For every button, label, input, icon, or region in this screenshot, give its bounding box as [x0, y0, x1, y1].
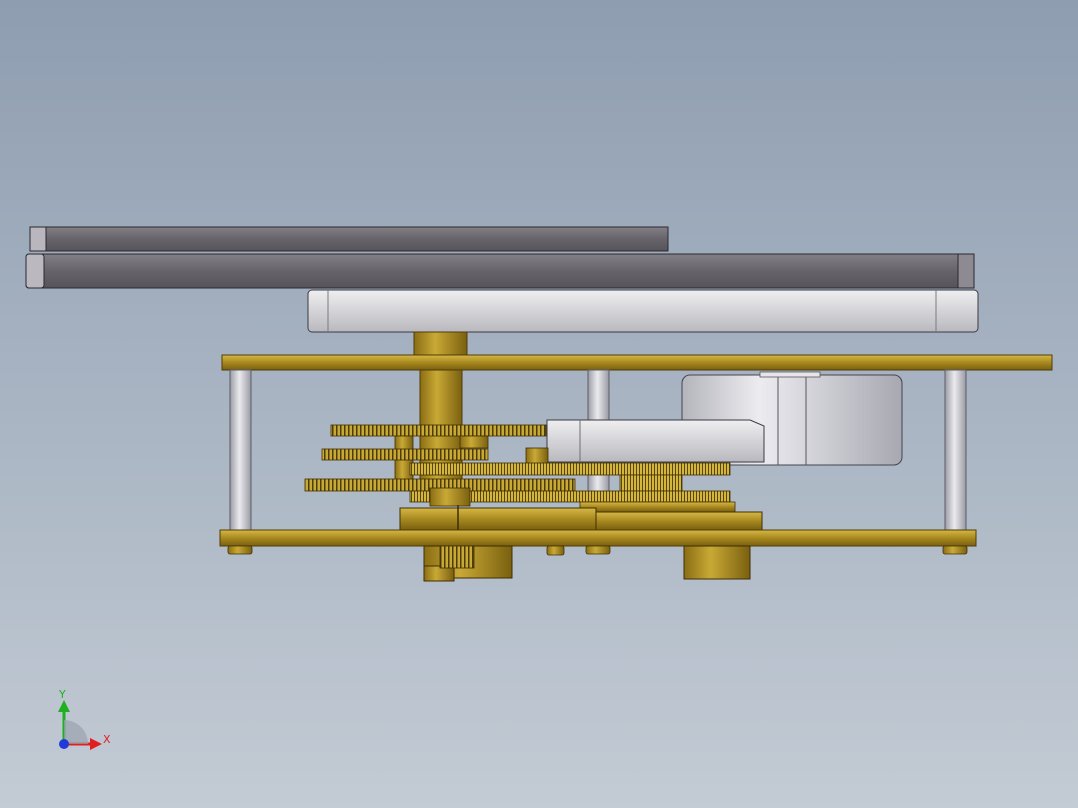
cad-viewport[interactable]: Y X	[0, 0, 1078, 808]
dial-plate-upper[interactable]	[29, 226, 669, 252]
model-canvas[interactable]	[0, 0, 1078, 808]
light-plate[interactable]	[307, 289, 979, 333]
pinion-1	[459, 435, 489, 449]
dial-plate-main[interactable]	[25, 253, 975, 289]
triad-y-label: Y	[59, 688, 66, 701]
coordinate-triad	[58, 700, 102, 750]
barrel-bridge[interactable]	[546, 419, 765, 463]
top-brass-plate[interactable]	[221, 354, 1053, 371]
pinion-3	[619, 474, 683, 492]
plate-screws[interactable]	[227, 545, 968, 556]
bottom-main-plate[interactable]	[219, 529, 977, 547]
pillar-left[interactable]	[229, 369, 252, 533]
triad-x-label: X	[103, 733, 111, 746]
barrel-arbor-lower[interactable]	[683, 545, 751, 580]
z-axis-dot	[59, 739, 69, 749]
pinion-2	[525, 447, 549, 465]
arbor-hub	[429, 487, 471, 507]
gear-wheel-3	[409, 462, 731, 476]
gear-hub	[579, 501, 736, 513]
gear-wheel-2	[321, 448, 489, 461]
pillar-right[interactable]	[944, 369, 967, 533]
center-pinion-lower[interactable]	[423, 545, 513, 582]
gear-wheel-1	[330, 424, 547, 437]
